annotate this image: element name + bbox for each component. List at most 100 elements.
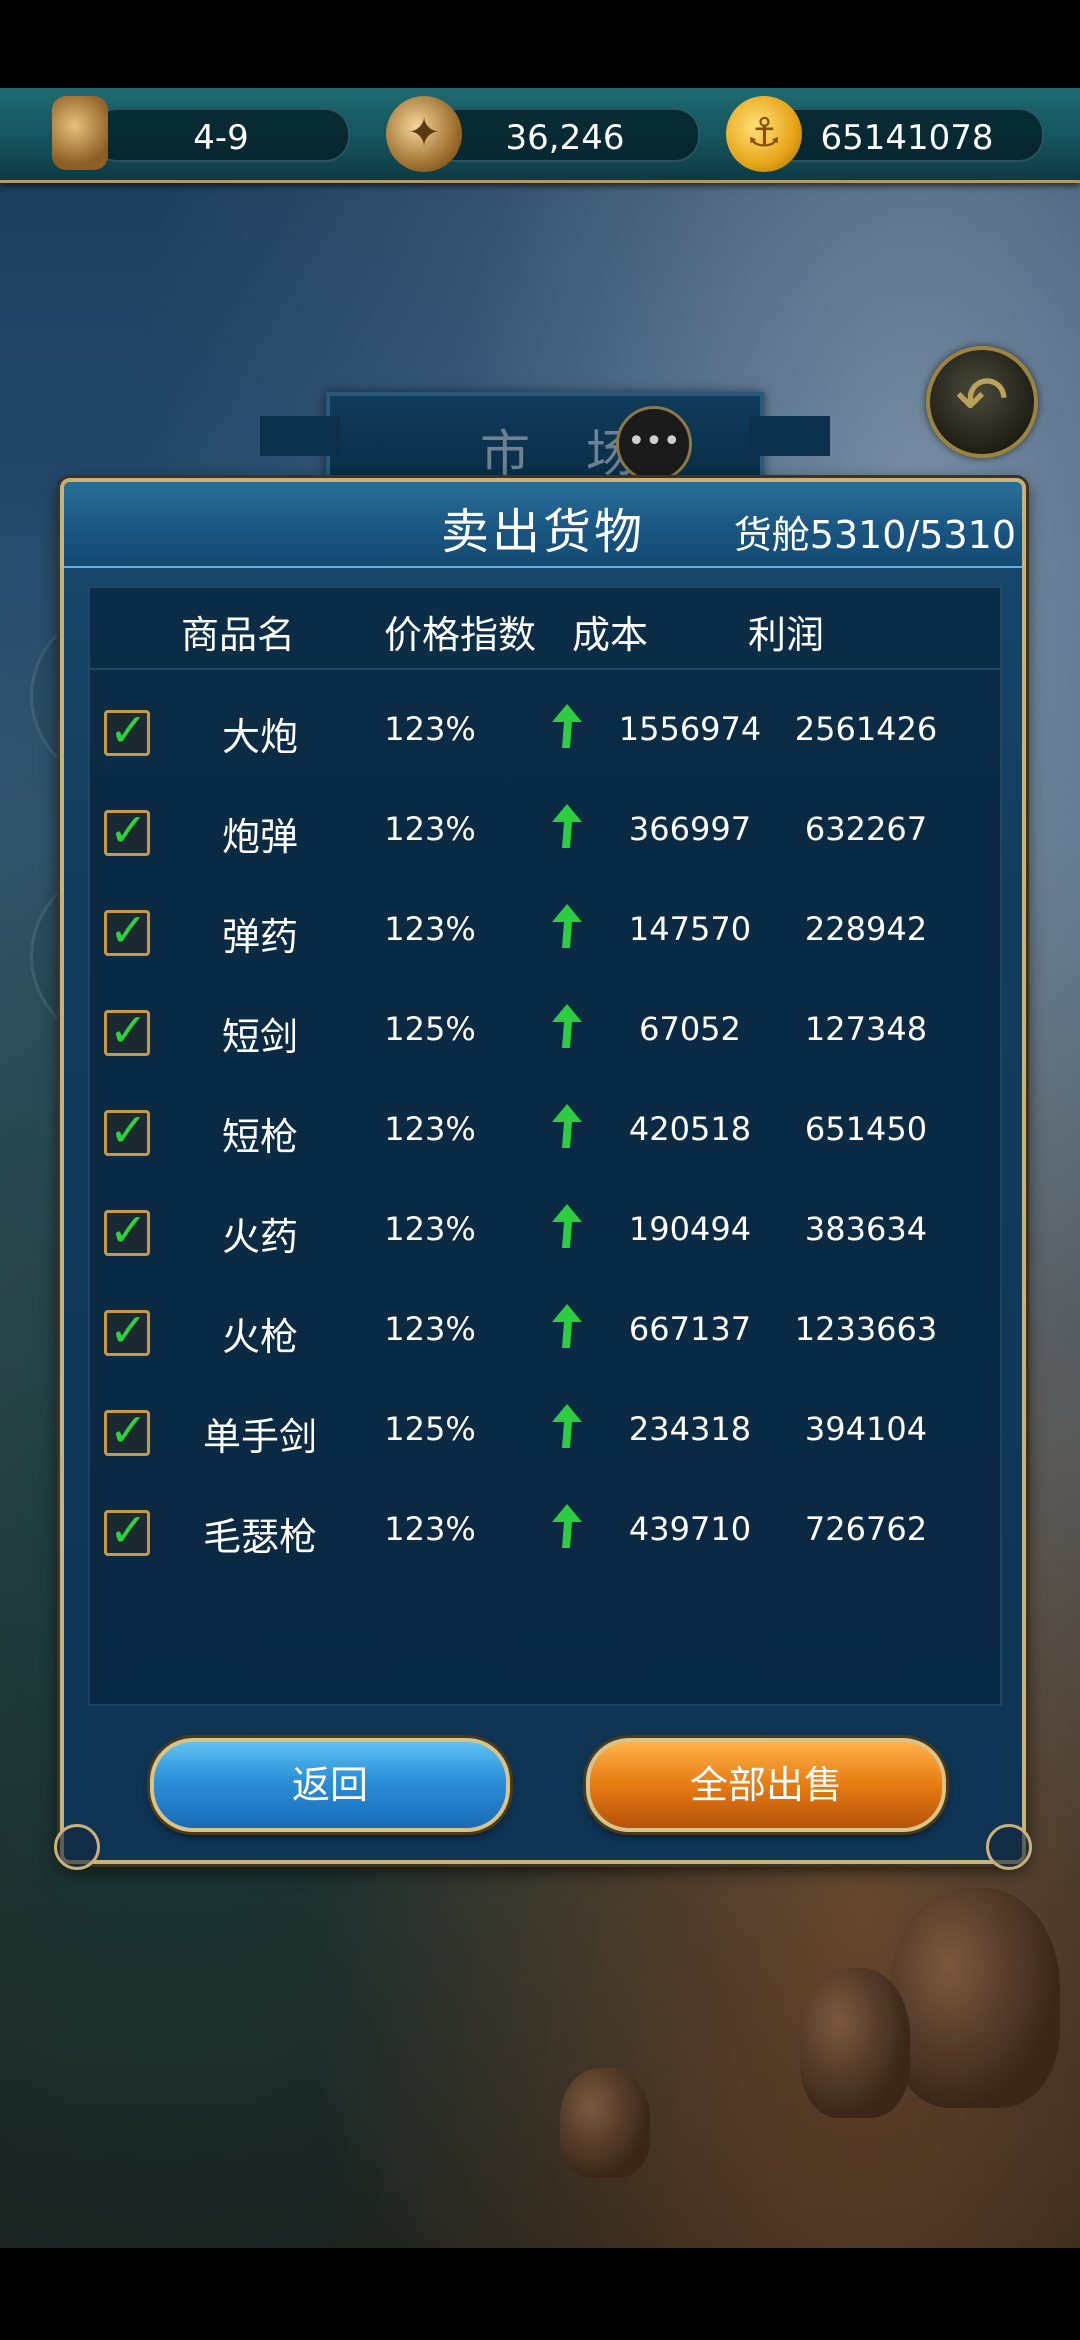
row-checkbox[interactable]: ✓ xyxy=(104,1003,150,1057)
price-index: 123% xyxy=(384,1310,476,1348)
checkmark-icon: ✓ xyxy=(109,903,148,957)
column-header-profit: 利润 xyxy=(747,613,824,657)
gold-value: 65141078 xyxy=(820,118,994,158)
up-arrow-icon xyxy=(552,1204,582,1248)
profit-value: 651450 xyxy=(804,1110,928,1148)
row-checkbox[interactable]: ✓ xyxy=(104,1303,150,1357)
cost-value: 190494 xyxy=(628,1210,752,1248)
profit-value: 726762 xyxy=(804,1510,928,1548)
checkmark-icon: ✓ xyxy=(109,1403,148,1457)
profit-value: 2561426 xyxy=(794,710,938,748)
item-name: 短枪 xyxy=(221,1115,298,1159)
price-index: 123% xyxy=(384,1510,476,1548)
table-row[interactable]: ✓ 单手剑 125% 234318 394104 xyxy=(90,1378,1000,1478)
checkmark-icon: ✓ xyxy=(109,803,148,857)
gold-coin-icon: ⚓ xyxy=(726,96,802,172)
background-jar xyxy=(560,2068,650,2178)
cost-value: 420518 xyxy=(628,1110,752,1148)
item-name: 大炮 xyxy=(221,715,298,759)
row-checkbox[interactable]: ✓ xyxy=(104,803,150,857)
compass-value: 36,246 xyxy=(505,118,625,158)
cost-value: 366997 xyxy=(628,810,752,848)
table-row[interactable]: ✓ 炮弹 123% 366997 632267 xyxy=(90,778,1000,878)
cost-value: 667137 xyxy=(628,1310,752,1348)
goods-table: 商品名 价格指数 成本 利润 ✓ 大炮 123% 1556974 2561426… xyxy=(88,586,1002,1706)
cargo-capacity: 货舱5310/5310 xyxy=(733,513,1016,557)
background-jar xyxy=(890,1888,1060,2108)
back-button[interactable]: 返回 xyxy=(150,1738,510,1832)
profit-value: 228942 xyxy=(804,910,928,948)
checkmark-icon: ✓ xyxy=(109,1303,148,1357)
cost-value: 147570 xyxy=(628,910,752,948)
background-jar xyxy=(800,1968,910,2118)
row-checkbox[interactable]: ✓ xyxy=(104,1403,150,1457)
item-name: 火枪 xyxy=(221,1315,298,1359)
price-index: 125% xyxy=(384,1410,476,1448)
gold-resource: 65141078 xyxy=(770,108,1044,162)
cost-value: 67052 xyxy=(639,1010,741,1048)
up-arrow-icon xyxy=(552,1104,582,1148)
row-checkbox[interactable]: ✓ xyxy=(104,1203,150,1257)
panel-corner-ornament xyxy=(54,1824,100,1870)
table-row[interactable]: ✓ 火枪 123% 667137 1233663 xyxy=(90,1278,1000,1378)
table-header: 商品名 价格指数 成本 利润 xyxy=(90,588,1000,670)
up-arrow-icon xyxy=(552,1404,582,1448)
item-name: 弹药 xyxy=(221,915,298,959)
up-arrow-icon xyxy=(552,1004,582,1048)
panel-corner-ornament xyxy=(986,1824,1032,1870)
price-index: 123% xyxy=(384,1110,476,1148)
price-index: 123% xyxy=(384,710,476,748)
price-index: 123% xyxy=(384,1210,476,1248)
time-resource: 4-9 xyxy=(92,108,350,162)
cost-value: 1556974 xyxy=(618,710,762,748)
table-row[interactable]: ✓ 火药 123% 190494 383634 xyxy=(90,1178,1000,1278)
table-row[interactable]: ✓ 毛瑟枪 123% 439710 726762 xyxy=(90,1478,1000,1578)
item-name: 单手剑 xyxy=(202,1415,317,1459)
table-row[interactable]: ✓ 弹药 123% 147570 228942 xyxy=(90,878,1000,978)
up-arrow-icon xyxy=(552,1504,582,1548)
checkmark-icon: ✓ xyxy=(109,703,148,757)
return-arrow-button[interactable]: ↶ xyxy=(926,346,1038,458)
price-index: 123% xyxy=(384,910,476,948)
resource-bar: 4-9 36,246 ✦ 65141078 ⚓ xyxy=(0,88,1080,183)
row-checkbox[interactable]: ✓ xyxy=(104,1103,150,1157)
table-row[interactable]: ✓ 大炮 123% 1556974 2561426 xyxy=(90,678,1000,778)
item-name: 毛瑟枪 xyxy=(202,1515,317,1559)
table-row[interactable]: ✓ 短剑 125% 67052 127348 xyxy=(90,978,1000,1078)
chat-bubble-icon[interactable]: ••• xyxy=(616,406,692,482)
plaque-wing-right xyxy=(750,416,830,456)
profit-value: 632267 xyxy=(804,810,928,848)
cost-value: 439710 xyxy=(628,1510,752,1548)
row-checkbox[interactable]: ✓ xyxy=(104,703,150,757)
up-arrow-icon xyxy=(552,904,582,948)
up-arrow-icon xyxy=(552,1304,582,1348)
plaque-wing-left xyxy=(260,416,340,456)
hourglass-icon xyxy=(52,96,108,170)
profit-value: 1233663 xyxy=(794,1310,938,1348)
profit-value: 127348 xyxy=(804,1010,928,1048)
sell-cargo-panel: 卖出货物 货舱5310/5310 商品名 价格指数 成本 利润 ✓ 大炮 123… xyxy=(54,478,1032,1870)
item-name: 火药 xyxy=(221,1215,298,1259)
compass-icon: ✦ xyxy=(386,96,462,172)
checkmark-icon: ✓ xyxy=(109,1503,148,1557)
time-value: 4-9 xyxy=(193,118,249,158)
profit-value: 383634 xyxy=(804,1210,928,1248)
item-name: 炮弹 xyxy=(221,815,298,859)
return-arrow-icon: ↶ xyxy=(955,363,1009,437)
column-header-cost: 成本 xyxy=(571,613,648,657)
panel-header: 卖出货物 货舱5310/5310 xyxy=(64,482,1022,568)
checkmark-icon: ✓ xyxy=(109,1103,148,1157)
cost-value: 234318 xyxy=(628,1410,752,1448)
up-arrow-icon xyxy=(552,804,582,848)
sell-all-button[interactable]: 全部出售 xyxy=(586,1738,946,1832)
compass-resource: 36,246 xyxy=(430,108,700,162)
up-arrow-icon xyxy=(552,704,582,748)
item-name: 短剑 xyxy=(221,1015,298,1059)
table-row[interactable]: ✓ 短枪 123% 420518 651450 xyxy=(90,1078,1000,1178)
column-header-name: 商品名 xyxy=(180,613,295,657)
row-checkbox[interactable]: ✓ xyxy=(104,1503,150,1557)
checkmark-icon: ✓ xyxy=(109,1003,148,1057)
profit-value: 394104 xyxy=(804,1410,928,1448)
price-index: 125% xyxy=(384,1010,476,1048)
row-checkbox[interactable]: ✓ xyxy=(104,903,150,957)
